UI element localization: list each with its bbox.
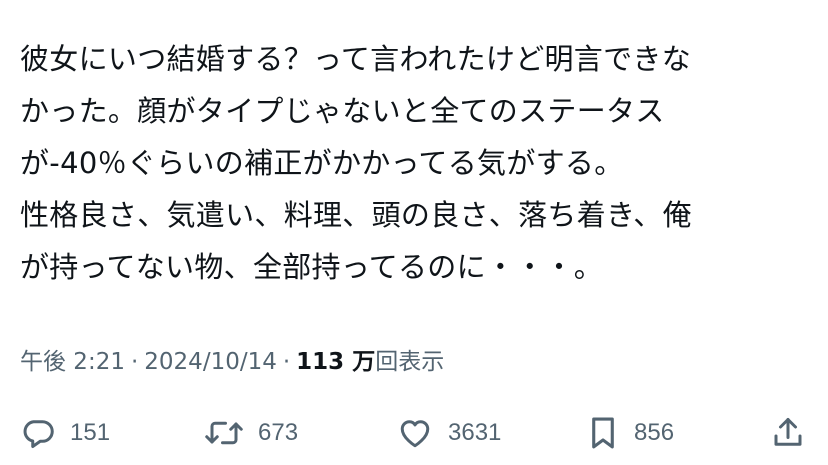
bookmark-icon	[586, 414, 620, 452]
bookmark-button[interactable]: 856	[586, 408, 674, 458]
tweet-line: かった。顔がタイプじゃないと全てのステータス	[20, 94, 665, 128]
post-date[interactable]: 2024/10/14	[144, 349, 277, 375]
tweet-line: 性格良さ、気遣い、料理、頭の良さ、落ち着き、俺	[20, 198, 692, 232]
bookmark-count: 856	[634, 419, 675, 446]
post-time[interactable]: 午後 2:21	[20, 349, 125, 375]
retweet-icon	[204, 415, 244, 451]
meta-separator: ·	[282, 349, 291, 375]
views-count[interactable]: 113 万	[296, 349, 375, 375]
like-button[interactable]: 3631	[396, 408, 501, 458]
tweet-line: が持ってない物、全部持ってるのに・・・。	[20, 250, 604, 284]
tweet-actions-bar: 151 673 3631 856	[0, 408, 828, 458]
meta-separator: ·	[130, 349, 139, 375]
tweet-text: 彼女にいつ結婚する？って言われたけど明言できな かった。顔がタイプじゃないと全て…	[20, 33, 810, 293]
reply-button[interactable]: 151	[20, 408, 110, 458]
retweet-count: 673	[258, 419, 299, 446]
share-button[interactable]	[770, 408, 806, 458]
reply-icon	[20, 415, 56, 451]
heart-icon	[396, 415, 434, 451]
reply-count: 151	[70, 419, 111, 446]
retweet-button[interactable]: 673	[204, 408, 298, 458]
tweet-line: 彼女にいつ結婚する？って言われたけど明言できな	[20, 42, 692, 76]
views-label: 回表示	[375, 349, 445, 375]
tweet-line: が-40％ぐらいの補正がかかってる気がする。	[20, 146, 624, 180]
tweet-metadata: 午後 2:21 · 2024/10/14 · 113 万回表示	[20, 344, 444, 380]
like-count: 3631	[448, 419, 502, 446]
share-icon	[770, 415, 806, 451]
